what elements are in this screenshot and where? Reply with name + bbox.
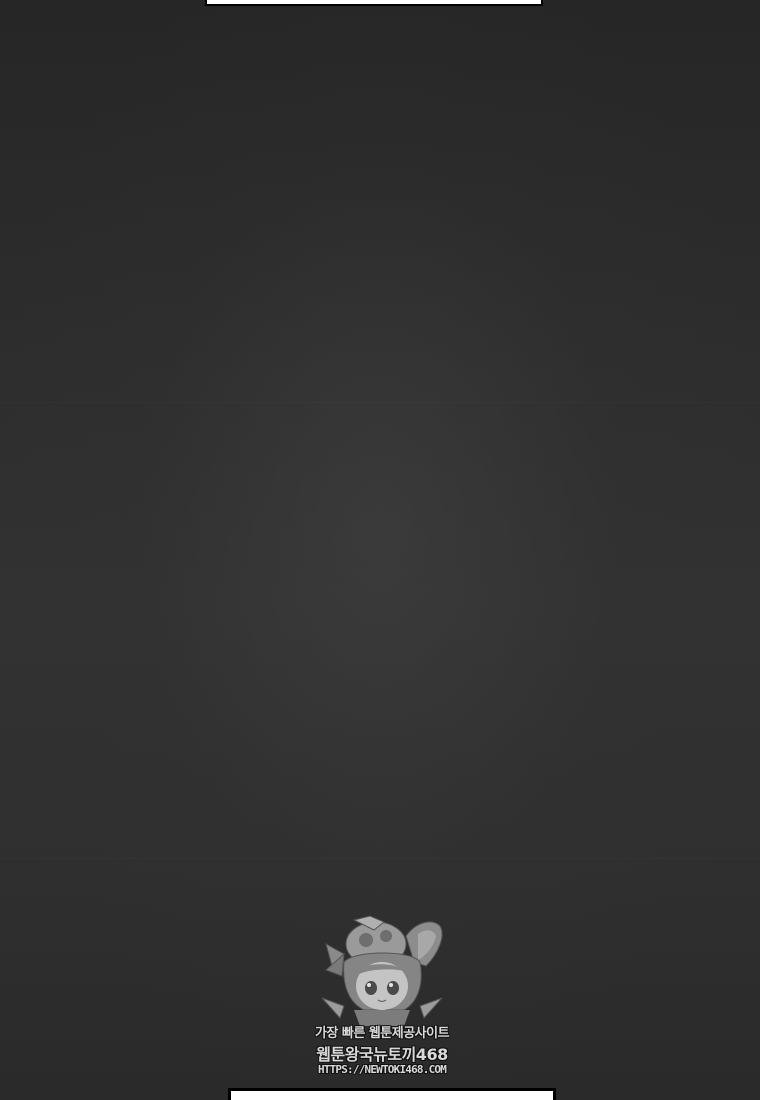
- comic-panel-bottom-edge: [228, 1088, 556, 1100]
- watermark-url: HTTPS://NEWTOKI468.COM: [317, 1063, 447, 1076]
- site-watermark: 가장 빠른 웹툰제공사이트 웹툰왕국뉴토끼468 HTTPS://NEWTOKI…: [314, 914, 454, 1084]
- watermark-site-name: 웹툰왕국뉴토끼468: [316, 1045, 448, 1064]
- watermark-tagline: 가장 빠른 웹툰제공사이트: [314, 1026, 450, 1041]
- gradient-band: [0, 402, 760, 403]
- bunny-girl-mascot-icon: [321, 915, 443, 1026]
- gradient-band: [0, 858, 760, 859]
- comic-panel-top-edge: [205, 0, 543, 6]
- comic-page: 가장 빠른 웹툰제공사이트 웹툰왕국뉴토끼468 HTTPS://NEWTOKI…: [0, 0, 760, 1100]
